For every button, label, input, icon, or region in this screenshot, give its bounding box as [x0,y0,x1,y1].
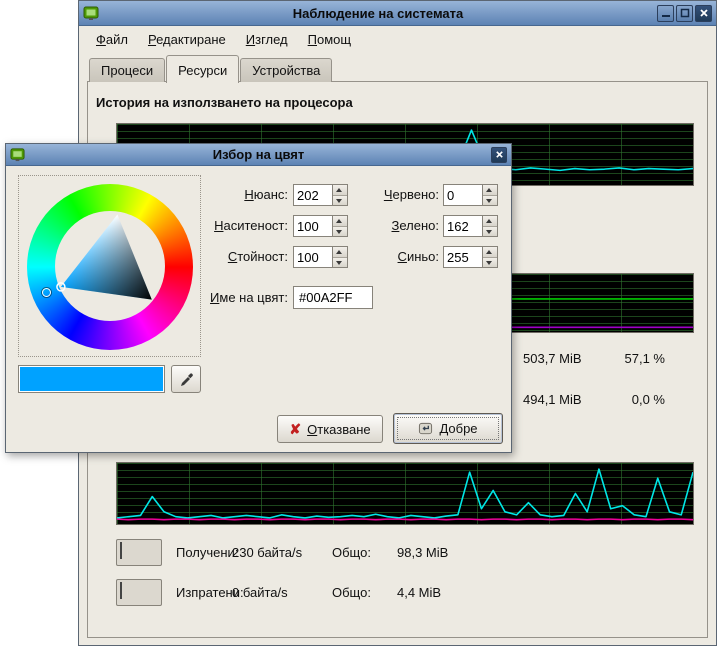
dialog-titlebar[interactable]: Избор на цвят [6,144,511,166]
green-up-arrow[interactable] [483,216,497,226]
swap-stat-row: 494,1 MiB 0,0 % [523,392,665,407]
window-title: Наблюдение на системата [99,6,657,21]
memory-percent: 57,1 % [609,351,665,366]
swap-percent: 0,0 % [609,392,665,407]
color-name-input[interactable] [293,286,373,309]
maximize-button[interactable] [676,5,693,22]
menu-edit[interactable]: Редактиране [139,29,235,50]
received-color-swatch [120,542,122,559]
blue-spinner [443,246,498,268]
green-label: Зелено: [342,218,439,233]
sent-rate: 0 байта/s [232,585,332,600]
window-controls [657,5,712,22]
green-input[interactable] [444,216,482,236]
color-preview [20,367,163,391]
hue-spinner [293,184,348,206]
dialog-close-icon [495,150,504,159]
minimize-icon [661,8,671,18]
network-history-chart [116,462,694,525]
menu-help[interactable]: Помощ [299,29,360,50]
app-icon [83,5,99,21]
network-history-plot [117,463,693,524]
sent-label: Изпратени: [176,585,232,600]
ok-icon [418,421,433,436]
hue-input[interactable] [294,185,332,205]
cancel-button[interactable]: ✘ Отказване [277,415,383,443]
received-label: Получени: [176,545,232,560]
cpu-section-title: История на използването на процесора [96,95,353,110]
received-total-label: Общо: [332,545,397,560]
received-color-button[interactable] [116,539,162,566]
menu-file[interactable]: Файл [87,29,137,50]
close-icon [699,8,709,18]
eyedropper-icon [178,371,194,387]
color-preview-frame [18,365,165,393]
value-spinner [293,246,348,268]
hue-selection-marker [42,288,51,297]
sent-color-button[interactable] [116,579,162,606]
network-received-row: Получени: 230 байта/s Общо: 98,3 MiB [116,538,448,566]
tab-bar: Процеси Ресурси Устройства [89,56,332,82]
close-button[interactable] [695,5,712,22]
red-input[interactable] [444,185,482,205]
hue-label: Нюанс: [191,187,288,202]
color-wheel[interactable] [18,175,201,357]
dialog-app-icon [10,147,26,163]
red-spinner [443,184,498,206]
value-label: Стойност: [191,249,288,264]
sent-total: 4,4 MiB [397,585,441,600]
dialog-close-button[interactable] [491,147,507,163]
dialog-title: Избор на цвят [26,147,491,162]
memory-stat-row: 503,7 MiB 57,1 % [523,351,665,366]
received-total: 98,3 MiB [397,545,448,560]
main-titlebar[interactable]: Наблюдение на системата [79,1,716,26]
blue-down-arrow[interactable] [483,257,497,268]
menu-view[interactable]: Изглед [237,29,297,50]
minimize-button[interactable] [657,5,674,22]
tab-resources[interactable]: Ресурси [166,55,239,83]
received-rate: 230 байта/s [232,545,332,560]
menubar: Файл Редактиране Изглед Помощ [79,27,716,52]
green-spinner [443,215,498,237]
cancel-icon: ✘ [289,422,301,436]
eyedropper-button[interactable] [171,365,201,393]
maximize-icon [680,8,690,18]
tab-devices[interactable]: Устройства [240,58,332,82]
blue-up-arrow[interactable] [483,247,497,257]
color-name-label: Име на цвят: [191,290,288,305]
sent-total-label: Общо: [332,585,397,600]
saturation-input[interactable] [294,216,332,236]
tab-processes[interactable]: Процеси [89,58,165,82]
ok-button[interactable]: Добре [393,413,503,444]
blue-label: Синьо: [342,249,439,264]
red-up-arrow[interactable] [483,185,497,195]
red-label: Червено: [342,187,439,202]
blue-input[interactable] [444,247,482,267]
sent-color-swatch [120,582,122,599]
swap-amount: 494,1 MiB [523,392,609,407]
green-down-arrow[interactable] [483,226,497,237]
network-sent-row: Изпратени: 0 байта/s Общо: 4,4 MiB [116,578,441,606]
ok-button-label: Добре [439,421,477,436]
cancel-button-label: Отказване [307,422,371,437]
value-input[interactable] [294,247,332,267]
memory-amount: 503,7 MiB [523,351,609,366]
color-picker-dialog: Избор на цвят [5,143,512,453]
red-down-arrow[interactable] [483,195,497,206]
saturation-label: Наситеност: [191,218,288,233]
saturation-value-triangle[interactable] [27,184,193,350]
saturation-spinner [293,215,348,237]
desktop-background: Наблюдение на системата Файл Редактиране… [0,0,717,647]
